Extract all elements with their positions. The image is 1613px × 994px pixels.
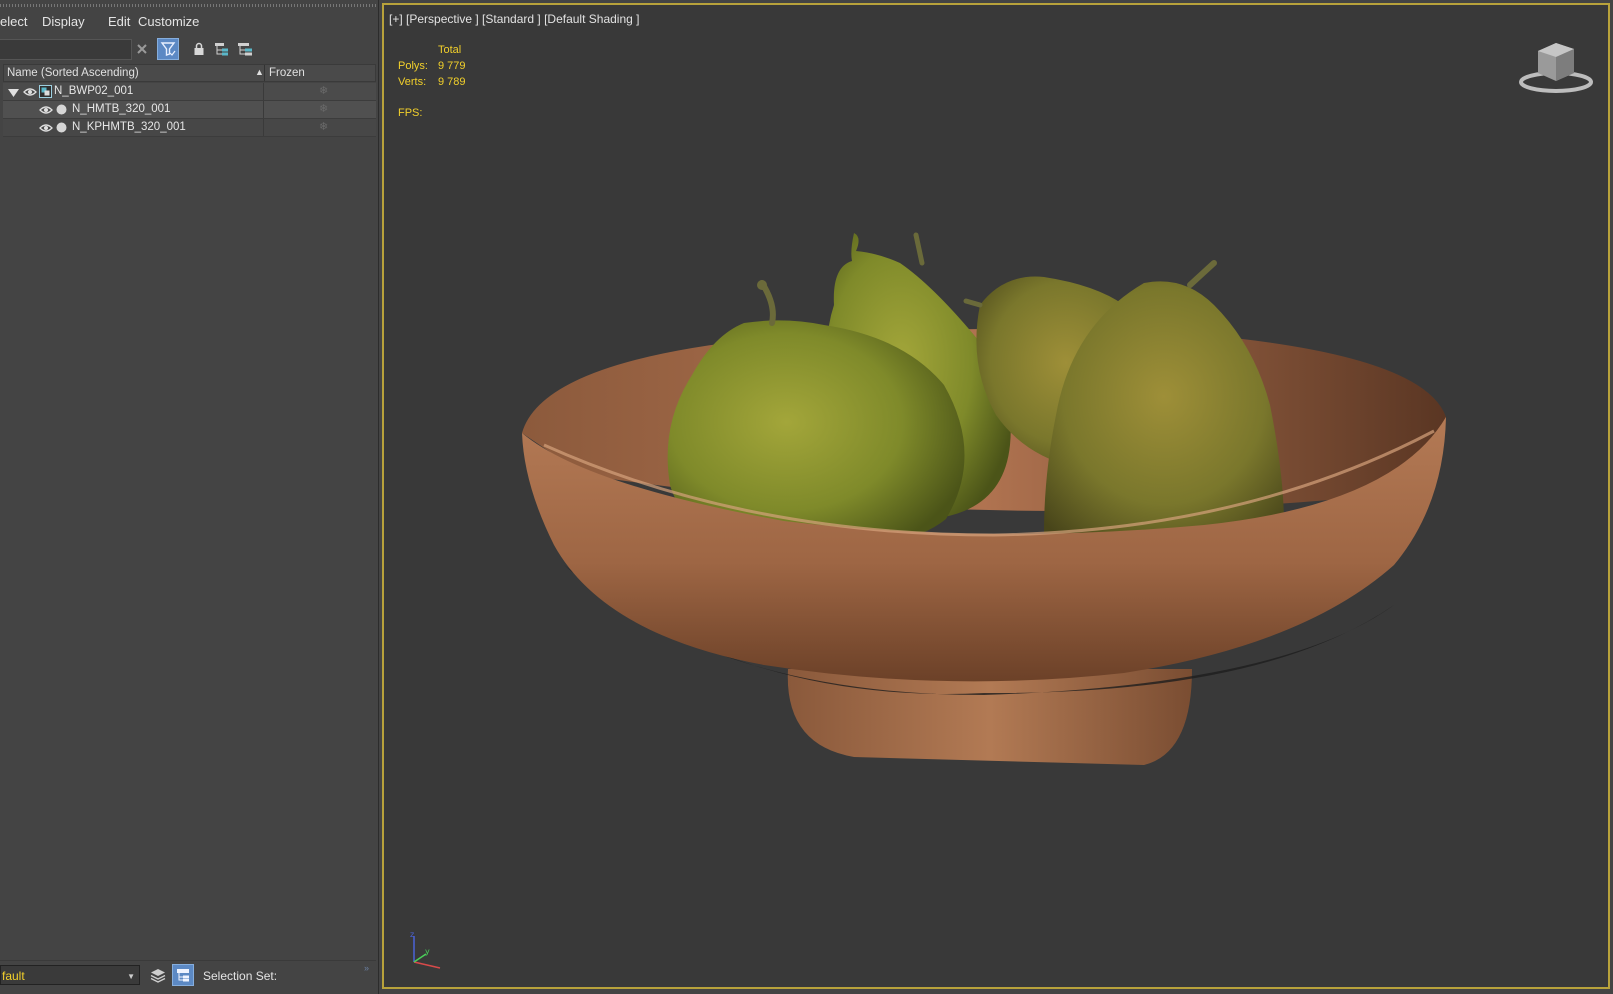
frozen-toggle[interactable]: ❄ bbox=[263, 119, 377, 136]
stats-verts-value: 9 789 bbox=[438, 76, 466, 88]
tree-item-label: N_BWP02_001 bbox=[54, 85, 134, 97]
tree-item-label: N_HMTB_320_001 bbox=[72, 103, 171, 115]
explorer-column-header: Name (Sorted Ascending) ▲ Frozen bbox=[3, 64, 376, 82]
explorer-menubar: elect Display Edit Customize bbox=[0, 12, 376, 34]
snowflake-icon: ❄ bbox=[319, 103, 329, 115]
visibility-eye-icon[interactable] bbox=[39, 122, 53, 136]
sort-ascending-icon: ▲ bbox=[255, 67, 264, 77]
menu-edit[interactable]: Edit bbox=[108, 14, 130, 29]
geometry-object-icon bbox=[56, 104, 67, 118]
frozen-toggle[interactable]: ❄ bbox=[263, 83, 377, 100]
selection-set-label: Selection Set: bbox=[203, 969, 278, 983]
lock-icon[interactable] bbox=[188, 38, 210, 60]
hierarchy-icon[interactable] bbox=[211, 38, 233, 60]
layers-icon[interactable] bbox=[150, 967, 166, 986]
scene-explorer-panel: elect Display Edit Customize Name (Sorte… bbox=[0, 0, 379, 994]
snowflake-icon: ❄ bbox=[319, 121, 329, 133]
tree-row-group[interactable]: N_BWP02_001 ❄ bbox=[3, 83, 376, 101]
selection-set-icon[interactable] bbox=[172, 964, 194, 986]
stats-polys-value: 9 779 bbox=[438, 60, 466, 72]
geometry-object-icon bbox=[56, 122, 67, 136]
tree-row-object[interactable]: N_KPHMTB_320_001 ❄ bbox=[3, 119, 376, 137]
menu-display[interactable]: Display bbox=[42, 14, 85, 29]
panel-drag-grip[interactable] bbox=[0, 4, 376, 7]
frozen-toggle[interactable]: ❄ bbox=[263, 101, 377, 118]
visibility-eye-icon[interactable] bbox=[23, 86, 37, 100]
svg-text:y: y bbox=[425, 947, 430, 956]
expand-triangle-icon[interactable] bbox=[8, 87, 19, 101]
tree-row-object[interactable]: N_HMTB_320_001 ❄ bbox=[3, 101, 376, 119]
explorer-toolbar bbox=[0, 36, 376, 62]
chevron-down-icon[interactable]: ▼ bbox=[127, 972, 135, 981]
axis-tripod-icon: z y bbox=[410, 930, 441, 969]
tree-item-label: N_KPHMTB_320_001 bbox=[72, 121, 186, 133]
layer-dropdown[interactable]: fault ▼ bbox=[0, 965, 140, 985]
clear-search-icon[interactable] bbox=[131, 38, 153, 60]
viewcube-icon[interactable] bbox=[1518, 39, 1594, 95]
column-frozen-header[interactable]: Frozen bbox=[269, 67, 305, 79]
filter-icon[interactable] bbox=[157, 38, 179, 60]
menu-select[interactable]: elect bbox=[0, 14, 27, 29]
expand-panel-icon[interactable]: » bbox=[364, 963, 369, 973]
column-name-header[interactable]: Name (Sorted Ascending) bbox=[7, 67, 139, 79]
layer-dropdown-value: fault bbox=[2, 969, 25, 983]
bowl-foot bbox=[787, 669, 1192, 765]
menu-customize[interactable]: Customize bbox=[138, 14, 199, 29]
stats-verts-label: Verts: bbox=[398, 76, 427, 88]
svg-text:z: z bbox=[410, 930, 414, 939]
stats-fps-label: FPS: bbox=[398, 107, 423, 119]
perspective-viewport[interactable]: [+] [Perspective ] [Standard ] [Default … bbox=[382, 3, 1610, 989]
visibility-eye-icon[interactable] bbox=[39, 104, 53, 118]
stats-total-header: Total bbox=[438, 44, 462, 56]
viewport-label-menu[interactable]: [+] [Perspective ] [Standard ] [Default … bbox=[389, 12, 639, 26]
search-input[interactable] bbox=[0, 39, 132, 60]
layer-hierarchy-icon[interactable] bbox=[234, 38, 256, 60]
snowflake-icon: ❄ bbox=[319, 85, 329, 97]
column-divider[interactable] bbox=[264, 65, 265, 81]
stats-polys-label: Polys: bbox=[398, 60, 428, 72]
pear-bowl-3d-render bbox=[522, 232, 1446, 765]
explorer-bottom-bar: fault ▼ Selection Set: » bbox=[0, 960, 376, 991]
group-object-icon bbox=[39, 85, 52, 101]
